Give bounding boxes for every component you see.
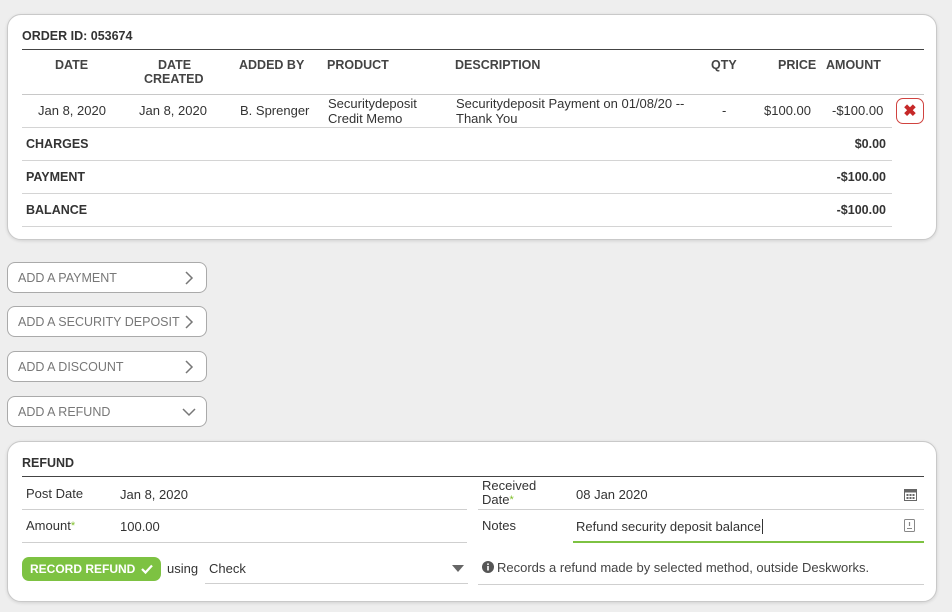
notes-icon bbox=[904, 519, 915, 532]
charges-label: CHARGES bbox=[26, 137, 89, 151]
add-payment-label: ADD A PAYMENT bbox=[18, 270, 117, 285]
row-product-line1: Securitydeposit bbox=[328, 96, 417, 111]
order-title: ORDER ID: 053674 bbox=[22, 29, 133, 43]
calendar-icon[interactable] bbox=[904, 488, 917, 501]
chevron-right-icon bbox=[185, 360, 194, 374]
chevron-right-icon bbox=[185, 315, 194, 329]
refund-card: REFUND Post Date Jan 8, 2020 Amount* 100… bbox=[7, 441, 937, 602]
received-date-label-line2: Date* bbox=[482, 493, 514, 507]
title-rule bbox=[22, 49, 924, 50]
row-date: Jan 8, 2020 bbox=[38, 103, 106, 118]
received-date-rule bbox=[478, 509, 924, 510]
delete-row-button[interactable]: ✖ bbox=[896, 98, 924, 124]
add-refund-label: ADD A REFUND bbox=[18, 404, 111, 419]
row-amount: -$100.00 bbox=[832, 103, 884, 118]
col-description: DESCRIPTION bbox=[455, 58, 541, 72]
chevron-right-icon bbox=[185, 271, 194, 285]
chevron-down-icon bbox=[182, 408, 196, 417]
row-added-by: B. Sprenger bbox=[240, 103, 310, 118]
post-date-rule bbox=[22, 509, 467, 510]
required-marker: * bbox=[70, 520, 76, 532]
info-icon bbox=[482, 561, 494, 573]
col-added-by: ADDED BY bbox=[239, 58, 305, 72]
row-date-created: Jan 8, 2020 bbox=[139, 103, 207, 118]
balance-rule bbox=[22, 226, 892, 227]
col-qty: QTY bbox=[711, 58, 737, 72]
add-security-deposit-button[interactable]: ADD A SECURITY DEPOSIT bbox=[7, 306, 207, 337]
payment-label: PAYMENT bbox=[26, 170, 86, 184]
dropdown-arrow-icon bbox=[452, 565, 464, 572]
col-date: DATE bbox=[55, 58, 89, 72]
col-product: PRODUCT bbox=[327, 58, 389, 72]
payment-value: -$100.00 bbox=[836, 170, 886, 184]
info-note: Records a refund made by selected method… bbox=[482, 560, 869, 575]
amount-label-text: Amount bbox=[26, 518, 71, 533]
col-date-created-line1: DATE bbox=[158, 58, 192, 72]
row-product-line2: Credit Memo bbox=[328, 111, 403, 126]
notes-focus-rule bbox=[573, 541, 924, 543]
row-price: $100.00 bbox=[764, 103, 811, 118]
amount-field[interactable]: 100.00 bbox=[120, 519, 160, 534]
notes-label: Notes bbox=[482, 518, 516, 533]
row-description-line2: Thank You bbox=[456, 111, 518, 126]
record-refund-label: RECORD REFUND bbox=[30, 562, 136, 576]
notes-field[interactable]: Refund security deposit balance bbox=[576, 519, 764, 534]
post-date-field[interactable]: Jan 8, 2020 bbox=[120, 487, 188, 502]
received-date-label-line1: Received bbox=[482, 478, 537, 493]
received-date-field[interactable]: 08 Jan 2020 bbox=[576, 487, 648, 502]
add-security-deposit-label: ADD A SECURITY DEPOSIT bbox=[18, 314, 180, 329]
amount-rule bbox=[22, 542, 467, 543]
add-discount-button[interactable]: ADD A DISCOUNT bbox=[7, 351, 207, 382]
record-refund-button[interactable]: RECORD REFUND bbox=[22, 557, 161, 581]
x-icon: ✖ bbox=[903, 103, 917, 120]
refund-title: REFUND bbox=[22, 456, 75, 470]
method-select-value: Check bbox=[209, 561, 246, 576]
using-label: using bbox=[167, 561, 199, 576]
info-text: Records a refund made by selected method… bbox=[497, 560, 870, 575]
balance-value: -$100.00 bbox=[836, 203, 886, 217]
info-rule bbox=[478, 584, 924, 585]
refund-title-rule bbox=[22, 476, 924, 477]
payment-rule bbox=[22, 193, 892, 194]
add-payment-button[interactable]: ADD A PAYMENT bbox=[7, 262, 207, 293]
charges-rule bbox=[22, 160, 892, 161]
charges-value: $0.00 bbox=[854, 137, 886, 151]
post-date-label: Post Date bbox=[26, 486, 84, 501]
col-date-created-line2: CREATED bbox=[144, 72, 204, 86]
received-date-label-text: Date bbox=[482, 492, 510, 507]
row-qty: - bbox=[722, 103, 727, 118]
col-amount: AMOUNT bbox=[826, 58, 881, 72]
col-date-created: DATE bbox=[158, 58, 192, 72]
row-rule bbox=[22, 127, 892, 128]
add-discount-label: ADD A DISCOUNT bbox=[18, 359, 124, 374]
required-marker: * bbox=[509, 494, 514, 506]
method-select[interactable]: Check bbox=[205, 554, 468, 584]
amount-label: Amount* bbox=[26, 519, 75, 533]
check-icon bbox=[141, 564, 153, 575]
row-description-line1: Securitydeposit Payment on 01/08/20 -- bbox=[456, 96, 685, 111]
header-rule bbox=[22, 94, 924, 95]
balance-label: BALANCE bbox=[26, 203, 88, 217]
add-refund-button[interactable]: ADD A REFUND bbox=[7, 396, 207, 427]
order-card: ORDER ID: 053674 DATE DATE CREATED ADDED… bbox=[7, 14, 937, 240]
col-price: PRICE bbox=[778, 58, 817, 72]
